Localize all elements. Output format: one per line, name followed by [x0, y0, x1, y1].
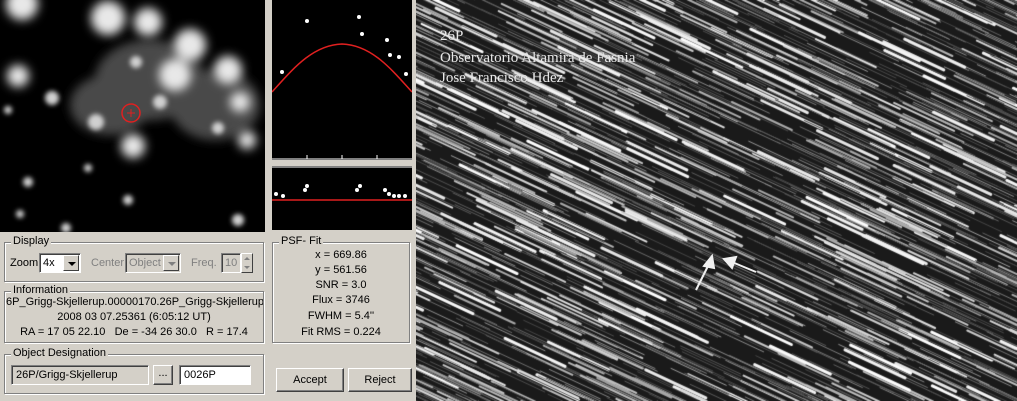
center-select[interactable]: Object	[125, 253, 181, 273]
psf-x-value: x = 669.86	[315, 249, 367, 261]
info-ra-de-r: RA = 17 05 22.10 De = -34 26 30.0 R = 17…	[20, 326, 248, 338]
zoom-view[interactable]	[0, 0, 265, 232]
psf-residual-plot	[272, 166, 412, 230]
psf-y-value: y = 561.56	[315, 264, 367, 276]
psf-fwhm-value: FWHM = 5.4''	[307, 310, 375, 322]
freq-spinner[interactable]	[241, 253, 253, 273]
accept-button-label: Accept	[293, 374, 327, 386]
psf-fit-group: PSF- Fit x = 669.86 y = 561.56 SNR = 3.0…	[272, 235, 410, 343]
freq-input-value: 10	[225, 257, 238, 269]
psf-fit-rms-value: Fit RMS = 0.224	[301, 326, 381, 338]
object-designation-title: Object Designation	[11, 347, 108, 359]
info-filename: 6P_Grigg-Skjellerup.00000170.26P_Grigg-S…	[6, 296, 263, 308]
object-designation-group: Object Designation 26P/Grigg-Skjellerup …	[4, 347, 264, 394]
spin-up-icon[interactable]	[244, 257, 250, 260]
zoom-label: Zoom	[10, 257, 39, 269]
reject-button-label: Reject	[364, 374, 396, 386]
information-group: Information 6P_Grigg-Skjellerup.00000170…	[4, 284, 264, 343]
psf-flux-value: Flux = 3746	[312, 294, 370, 306]
freq-input[interactable]: 10	[221, 253, 241, 273]
info-datetime: 2008 03 07.25361 (6:05:12 UT)	[57, 311, 211, 323]
zoom-select[interactable]: 4x	[39, 253, 81, 273]
reject-button[interactable]: Reject	[348, 368, 412, 392]
psf-snr-value: SNR = 3.0	[315, 279, 367, 291]
object-name-field[interactable]: 26P/Grigg-Skjellerup	[11, 365, 149, 385]
browse-button[interactable]: ...	[153, 365, 173, 385]
accept-button[interactable]: Accept	[276, 368, 344, 392]
psf-fit-group-title: PSF- Fit	[279, 235, 324, 247]
display-group-title: Display	[11, 235, 52, 247]
display-group: Display Zoom 4x Center Object Freq. 10	[4, 235, 264, 282]
center-label: Center	[91, 257, 125, 269]
information-group-title: Information	[11, 284, 71, 296]
center-select-value: Object	[129, 257, 161, 269]
object-code-field[interactable]: 0026P	[179, 365, 251, 385]
sky-image[interactable]: 26P Observatorio Altamira de Fasnia Jose…	[416, 0, 1017, 401]
freq-label: Freq.	[191, 257, 217, 269]
spin-down-icon[interactable]	[244, 266, 250, 269]
psf-profile-plot	[271, 0, 413, 160]
comet-arrows	[695, 253, 757, 291]
chevron-down-icon[interactable]	[63, 255, 79, 271]
zoom-select-value: 4x	[43, 257, 55, 269]
chevron-down-icon[interactable]	[163, 255, 179, 271]
